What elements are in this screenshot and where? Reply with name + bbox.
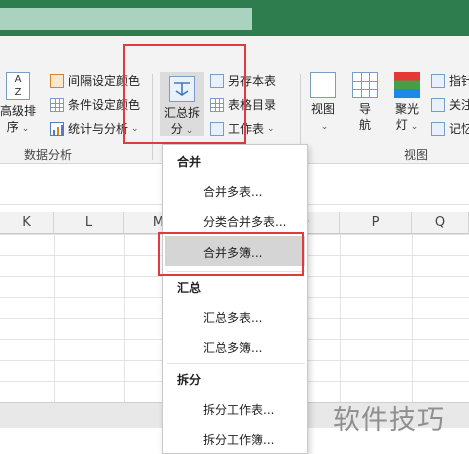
- chevron-down-icon: ⌄: [267, 123, 275, 134]
- table-index-label: 表格目录: [228, 98, 277, 112]
- menu-item-merge-sheets[interactable]: 合并多表...: [203, 183, 262, 200]
- sort-az-icon: AZ: [6, 72, 30, 100]
- watermark-text: 软件技巧: [333, 405, 445, 436]
- save-as-table-button[interactable]: 另存本表: [210, 72, 276, 89]
- grid-line: [340, 234, 341, 402]
- table-index-button[interactable]: 表格目录: [210, 96, 276, 113]
- navigation-label-1: 导: [358, 102, 371, 116]
- navigation-button[interactable]: 导 航: [349, 72, 381, 133]
- merge-split-dropdown-menu: 合并 合并多表... 分类合并多表... 合并多簿... 汇总 汇总多表... …: [162, 144, 308, 454]
- view-group-label: 视图: [404, 148, 429, 162]
- view-caret: ⌄: [305, 117, 341, 135]
- spotlight-label-1: 聚光: [394, 102, 419, 116]
- column-header-k[interactable]: K: [0, 212, 54, 234]
- spotlight-label-2: 灯 ⌄: [395, 118, 419, 132]
- column-header-l[interactable]: L: [54, 212, 124, 234]
- follow-button[interactable]: 关注: [431, 96, 469, 113]
- column-header-q[interactable]: Q: [412, 212, 469, 234]
- column-header-p[interactable]: P: [340, 212, 412, 234]
- follow-icon: [431, 97, 445, 112]
- chevron-down-icon: ⌄: [131, 123, 139, 134]
- indicator-button[interactable]: 指针: [431, 72, 469, 89]
- alternate-row-color-button[interactable]: 间隔设定颜色: [50, 72, 140, 89]
- conditional-color-button[interactable]: 条件设定颜色: [50, 96, 140, 113]
- record-icon: [431, 121, 445, 136]
- group-separator: [152, 74, 153, 160]
- merge-split-icon: [169, 76, 195, 102]
- menu-item-merge-books[interactable]: 合并多簿...: [203, 244, 262, 261]
- navigation-grid-icon: [352, 72, 378, 98]
- title-highlight: [0, 8, 252, 30]
- grid-line: [124, 234, 125, 402]
- worksheet-button[interactable]: 工作表 ⌄: [210, 120, 275, 137]
- menu-item-classify-merge-sheets[interactable]: 分类合并多表...: [203, 213, 286, 230]
- conditional-color-label: 条件设定颜色: [68, 98, 141, 112]
- worksheet-label: 工作表: [228, 122, 265, 136]
- view-label: 视图: [310, 102, 335, 116]
- alternate-row-color-label: 间隔设定颜色: [68, 74, 141, 88]
- worksheet-icon: [210, 121, 224, 136]
- menu-section-summary: 汇总: [177, 281, 202, 295]
- menu-divider: [167, 363, 305, 364]
- conditional-color-icon: [50, 97, 64, 112]
- merge-split-label-2: 分 ⌄: [170, 122, 194, 136]
- table-index-icon: [210, 97, 224, 112]
- menu-item-summary-books[interactable]: 汇总多簿...: [203, 339, 262, 356]
- menu-item-split-sheet[interactable]: 拆分工作表...: [203, 401, 274, 418]
- merge-split-button[interactable]: 汇总拆 分 ⌄: [160, 72, 204, 136]
- follow-label: 关注: [449, 98, 469, 112]
- save-table-icon: [210, 73, 224, 88]
- menu-divider: [167, 271, 305, 272]
- stats-chart-icon: [50, 121, 64, 136]
- grid-line: [412, 234, 413, 402]
- advanced-sort-label-1: 高级排: [0, 104, 36, 118]
- view-icon: [310, 72, 336, 98]
- save-as-table-label: 另存本表: [228, 74, 277, 88]
- indicator-label: 指针: [449, 74, 469, 88]
- data-analysis-group-label: 数据分析: [24, 148, 73, 162]
- indicator-icon: [431, 73, 445, 88]
- view-button[interactable]: 视图 ⌄: [305, 72, 341, 135]
- title-bar: [0, 0, 469, 36]
- advanced-sort-button[interactable]: AZ 高级排 序 ⌄: [0, 72, 38, 137]
- menu-section-split: 拆分: [177, 373, 202, 387]
- record-button[interactable]: 记忆: [431, 120, 469, 137]
- stats-analysis-label: 统计与分析: [68, 122, 129, 136]
- merge-split-label-1: 汇总拆: [163, 106, 200, 120]
- menu-section-merge: 合并: [177, 155, 202, 169]
- navigation-label-2: 航: [358, 118, 371, 132]
- advanced-sort-label-2: 序 ⌄: [6, 120, 30, 134]
- record-label: 记忆: [449, 122, 469, 136]
- grid-line: [54, 234, 55, 402]
- stats-analysis-button[interactable]: 统计与分析 ⌄: [50, 120, 139, 137]
- spotlight-button[interactable]: 聚光 灯 ⌄: [389, 72, 425, 135]
- menu-item-summary-sheets[interactable]: 汇总多表...: [203, 309, 262, 326]
- chevron-down-icon: ⌄: [320, 122, 329, 132]
- spotlight-icon: [394, 72, 420, 98]
- menu-item-split-book[interactable]: 拆分工作簿...: [203, 431, 274, 448]
- alternate-color-icon: [50, 73, 64, 88]
